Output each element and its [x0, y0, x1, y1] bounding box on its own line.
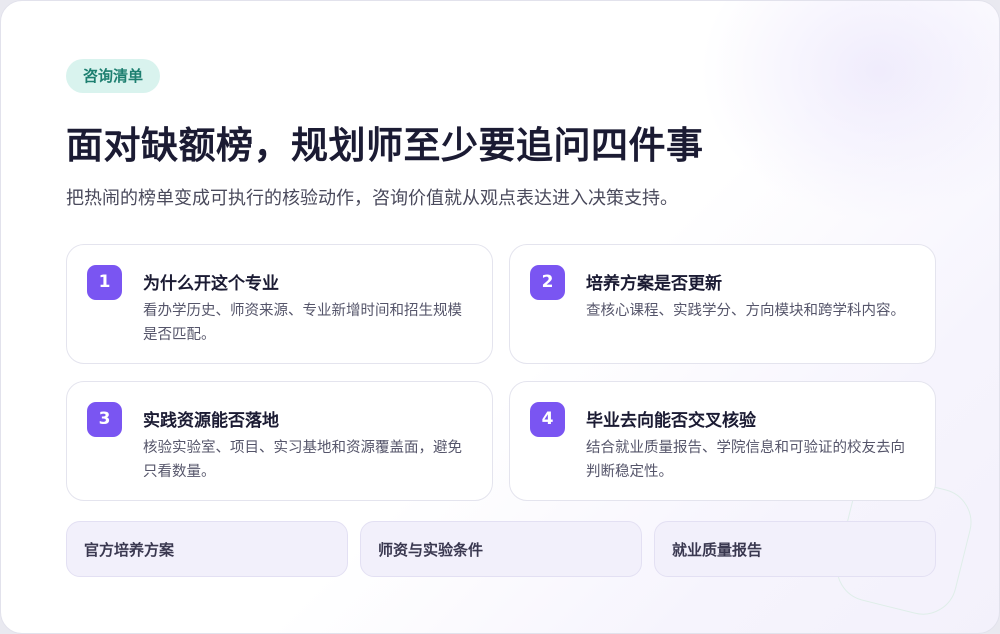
- question-number-badge: 1: [87, 265, 122, 300]
- question-number-badge: 3: [87, 402, 122, 437]
- question-card-1: 1 为什么开这个专业 看办学历史、师资来源、专业新增时间和招生规模是否匹配。: [66, 244, 493, 364]
- question-card-3: 3 实践资源能否落地 核验实验室、项目、实习基地和资源覆盖面，避免只看数量。: [66, 381, 493, 501]
- question-number-badge: 2: [530, 265, 565, 300]
- source-chip-label: 官方培养方案: [84, 541, 175, 559]
- question-description: 看办学历史、师资来源、专业新增时间和招生规模是否匹配。: [143, 303, 462, 343]
- question-card-2: 2 培养方案是否更新 查核心课程、实践学分、方向模块和跨学科内容。: [509, 244, 936, 364]
- question-description: 查核心课程、实践学分、方向模块和跨学科内容。: [586, 303, 905, 319]
- source-chip-training-plan: 官方培养方案: [66, 521, 348, 577]
- page-title: 面对缺额榜，规划师至少要追问四件事: [66, 124, 704, 167]
- question-description: 结合就业质量报告、学院信息和可验证的校友去向判断稳定性。: [586, 440, 905, 480]
- question-title: 为什么开这个专业: [143, 274, 279, 294]
- checklist-card: 咨询清单 面对缺额榜，规划师至少要追问四件事 把热闹的榜单变成可执行的核验动作，…: [0, 0, 1000, 634]
- page-subtitle: 把热闹的榜单变成可执行的核验动作，咨询价值就从观点表达进入决策支持。: [66, 188, 678, 209]
- source-chip-label: 师资与实验条件: [378, 541, 484, 559]
- source-chip-label: 就业质量报告: [672, 541, 763, 559]
- question-title: 培养方案是否更新: [586, 274, 722, 294]
- source-chip-faculty-labs: 师资与实验条件: [360, 521, 642, 577]
- question-title: 毕业去向能否交叉核验: [586, 411, 756, 431]
- question-number-badge: 4: [530, 402, 565, 437]
- question-description: 核验实验室、项目、实习基地和资源覆盖面，避免只看数量。: [143, 440, 462, 480]
- question-card-4: 4 毕业去向能否交叉核验 结合就业质量报告、学院信息和可验证的校友去向判断稳定性…: [509, 381, 936, 501]
- source-chip-employment-report: 就业质量报告: [654, 521, 936, 577]
- question-title: 实践资源能否落地: [143, 411, 279, 431]
- background-glow: [699, 1, 999, 221]
- category-badge: 咨询清单: [66, 59, 161, 93]
